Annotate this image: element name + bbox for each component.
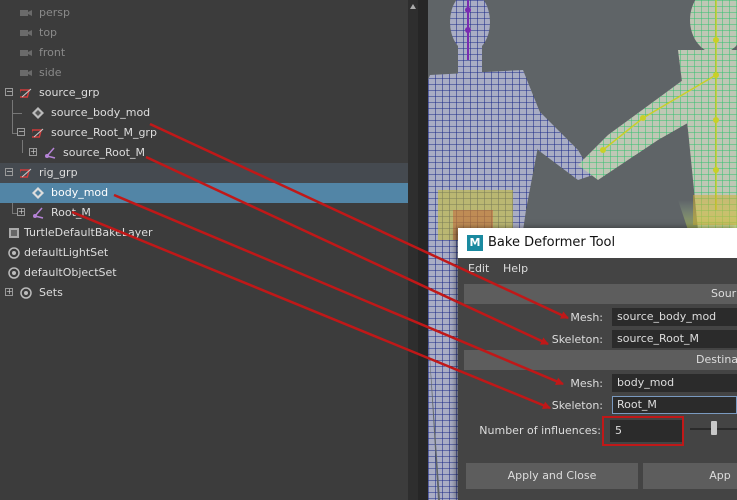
destination-section-header[interactable]: Destina xyxy=(464,350,737,370)
bake-layer-icon xyxy=(9,228,19,238)
collapse-icon[interactable]: − xyxy=(5,168,13,176)
outliner-item-label: top xyxy=(39,26,58,39)
collapse-icon[interactable]: − xyxy=(17,128,25,136)
expand-icon[interactable]: + xyxy=(17,208,25,216)
outliner-item-label: TurtleDefaultBakeLayer xyxy=(24,226,153,239)
source-mesh-field[interactable]: source_body_mod xyxy=(612,308,737,326)
bake-deformer-dialog: M Bake Deformer Tool Edit Help Sour Mesh… xyxy=(458,228,737,500)
outliner-item-front[interactable]: front xyxy=(0,43,408,63)
group-icon xyxy=(20,168,32,178)
apply-button[interactable]: App xyxy=(643,463,737,489)
outliner-item-label: Sets xyxy=(39,286,63,299)
expand-icon[interactable]: + xyxy=(29,148,37,156)
outliner-item-label: body_mod xyxy=(51,186,109,199)
outliner-item-label: Root_M xyxy=(51,206,91,219)
source-section-header[interactable]: Sour xyxy=(464,284,737,304)
outliner-item-label: side xyxy=(39,66,62,79)
outliner-item-label: source_grp xyxy=(39,86,100,99)
set-icon xyxy=(8,247,20,259)
influences-field[interactable]: 5 xyxy=(610,420,682,442)
outliner-item-default-light-set[interactable]: defaultLightSet xyxy=(0,243,408,263)
dest-mesh-label: Mesh: xyxy=(570,377,603,390)
outliner-item-source-root-m[interactable]: + source_Root_M xyxy=(0,143,408,163)
outliner-item-label: defaultObjectSet xyxy=(24,266,117,279)
source-skeleton-field[interactable]: source_Root_M xyxy=(612,330,737,348)
joint-icon xyxy=(45,147,56,159)
camera-icon xyxy=(20,10,32,16)
outliner-item-persp[interactable]: persp xyxy=(0,3,408,23)
outliner-panel: persp top front side − source_grp source… xyxy=(0,0,408,500)
outliner-item-label: source_Root_M_grp xyxy=(51,126,157,139)
outliner-item-top[interactable]: top xyxy=(0,23,408,43)
joint-icon xyxy=(33,207,44,219)
source-skeleton-label: Skeleton: xyxy=(551,333,603,346)
dest-mesh-field[interactable]: body_mod xyxy=(612,374,737,392)
dialog-title-bar[interactable]: M Bake Deformer Tool xyxy=(458,228,737,258)
apply-and-close-button[interactable]: Apply and Close xyxy=(466,463,638,489)
source-mesh-label: Mesh: xyxy=(570,311,603,324)
dest-skeleton-label: Skeleton: xyxy=(551,399,603,412)
set-icon xyxy=(8,267,20,279)
group-icon xyxy=(32,128,44,138)
outliner-item-side[interactable]: side xyxy=(0,63,408,83)
dest-skeleton-field[interactable]: Root_M xyxy=(612,396,737,414)
menu-edit[interactable]: Edit xyxy=(468,262,489,275)
outliner-item-turtle-bake-layer[interactable]: TurtleDefaultBakeLayer xyxy=(0,223,408,243)
panel-divider[interactable] xyxy=(418,0,428,500)
camera-icon xyxy=(20,30,32,36)
outliner-item-sets[interactable]: + Sets xyxy=(0,283,408,303)
outliner-item-source-grp[interactable]: − source_grp xyxy=(0,83,408,103)
maya-logo-icon: M xyxy=(467,235,483,251)
outliner-scrollbar[interactable] xyxy=(408,0,418,500)
outliner-item-source-body-mod[interactable]: source_body_mod xyxy=(0,103,408,123)
scroll-up-icon[interactable] xyxy=(410,4,416,9)
influences-slider-handle[interactable] xyxy=(711,421,717,435)
outliner-item-label: defaultLightSet xyxy=(24,246,109,259)
outliner-item-rig-grp[interactable]: − rig_grp xyxy=(0,163,408,183)
menu-help[interactable]: Help xyxy=(503,262,528,275)
outliner-item-root-m[interactable]: + Root_M xyxy=(0,203,408,223)
outliner-item-label: source_body_mod xyxy=(51,106,151,119)
camera-icon xyxy=(20,70,32,76)
destination-section-label: Destina xyxy=(696,353,737,366)
outliner-item-label: front xyxy=(39,46,66,59)
group-icon xyxy=(20,88,32,98)
influences-label: Number of influences: xyxy=(479,424,601,437)
outliner-item-body-mod[interactable]: body_mod xyxy=(0,183,408,203)
mesh-icon xyxy=(32,107,44,119)
source-section-label: Sour xyxy=(711,287,737,300)
outliner-item-label: persp xyxy=(39,6,70,19)
expand-icon[interactable]: + xyxy=(5,288,13,296)
dialog-menu-bar: Edit Help xyxy=(458,258,737,280)
outliner-item-source-root-m-grp[interactable]: − source_Root_M_grp xyxy=(0,123,408,143)
camera-icon xyxy=(20,50,32,56)
dialog-title: Bake Deformer Tool xyxy=(488,235,616,250)
collapse-icon[interactable]: − xyxy=(5,88,13,96)
outliner-item-label: source_Root_M xyxy=(63,146,145,159)
mesh-icon xyxy=(32,187,44,199)
sets-icon xyxy=(20,287,32,299)
outliner-item-label: rig_grp xyxy=(39,166,78,179)
outliner-item-default-object-set[interactable]: defaultObjectSet xyxy=(0,263,408,283)
